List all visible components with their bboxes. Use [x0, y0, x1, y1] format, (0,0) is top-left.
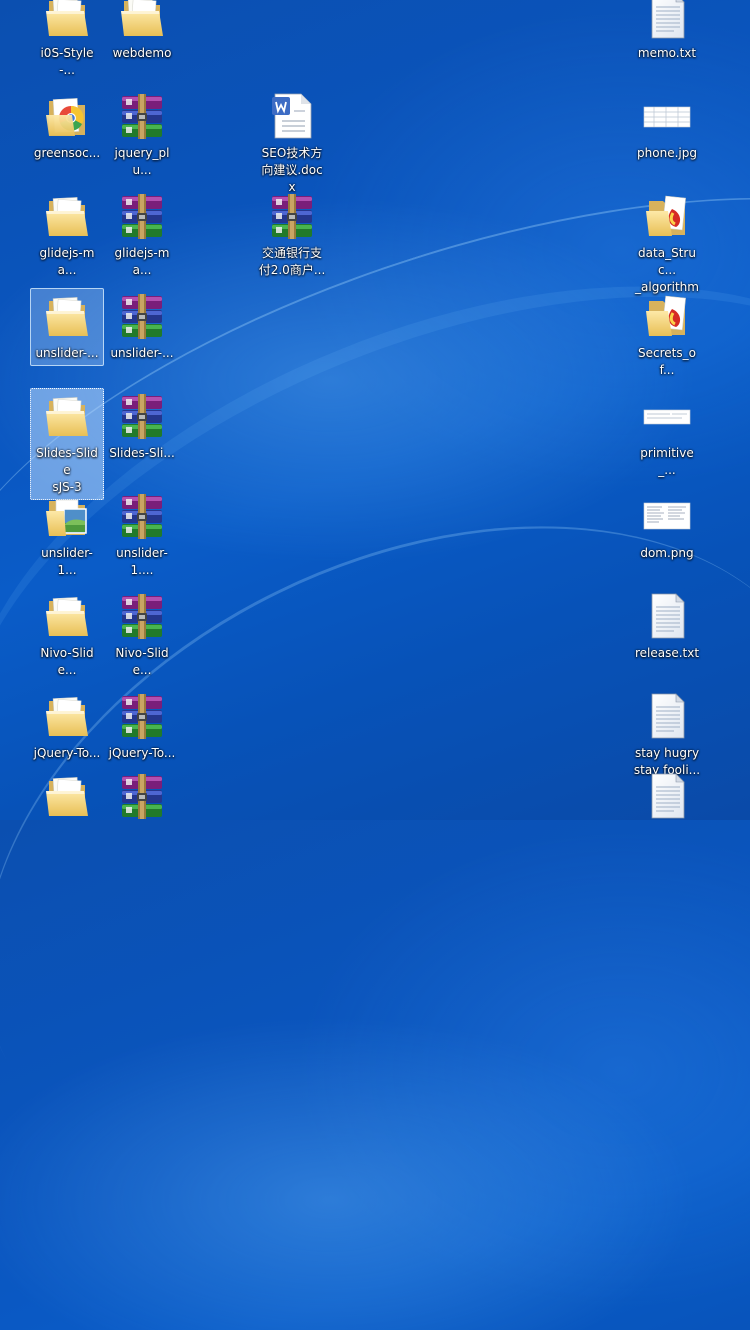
desktop-icon-folder[interactable] — [30, 768, 104, 820]
desktop-icon-label: unslider-1... — [41, 546, 93, 577]
desktop-icon-label: unslider-... — [110, 346, 174, 360]
desktop-icon-release-txt[interactable]: release.txt — [630, 588, 704, 666]
desktop-icon-label: primitive_... — [640, 446, 694, 477]
text-file-icon — [642, 771, 692, 819]
folder-pdf-icon — [642, 291, 692, 341]
desktop-icon-label: webdemo — [112, 46, 172, 60]
desktop-icon-jquery-to-folder[interactable]: jQuery-To... — [30, 688, 104, 766]
desktop-icon-greensock-folder[interactable]: greensoc... — [30, 88, 104, 166]
desktop-icon-label: glidejs-ma... — [39, 246, 95, 277]
desktop-icon-label: greensoc... — [33, 146, 101, 160]
desktop-icon-label: jQuery-To... — [108, 746, 176, 760]
desktop-icon-seo-docx[interactable]: SEO技术方 向建议.docx — [255, 88, 329, 200]
desktop-icon-label: i0S-Style-... — [40, 46, 94, 77]
desktop-icon-nivo-slider-folder[interactable]: Nivo-Slide... — [30, 588, 104, 683]
desktop-icon-secrets-folder[interactable]: Secrets_of... — [630, 288, 704, 383]
desktop-icon-label: memo.txt — [637, 46, 697, 60]
desktop-icon-data-structures-folder[interactable]: data_Struc... _algorithm — [630, 188, 704, 300]
desktop-icon-label: jquery_plu... — [114, 146, 170, 177]
text-file-icon — [642, 691, 692, 741]
winrar-archive-icon — [117, 291, 167, 341]
folder-icon — [42, 291, 92, 341]
desktop-icon-slides-archive[interactable]: Slides-Sli... — [105, 388, 179, 466]
image-thumbnail-icon — [642, 91, 692, 141]
desktop-icon-archive[interactable] — [105, 768, 179, 820]
desktop-icon-label: dom.png — [640, 546, 694, 560]
desktop-icon-jquery-to-archive[interactable]: jQuery-To... — [105, 688, 179, 766]
desktop-icon-glidejs-folder[interactable]: glidejs-ma... — [30, 188, 104, 283]
folder-icon — [117, 0, 167, 41]
desktop-icon-unslider-folder[interactable]: unslider-... — [30, 288, 104, 366]
winrar-archive-icon — [117, 391, 167, 441]
desktop-icon-bocom-payment-archive[interactable]: 交通银行支 付2.0商户... — [255, 188, 329, 283]
folder-icon — [42, 691, 92, 741]
folder-chrome-icon — [42, 91, 92, 141]
desktop-icon-slides-folder[interactable]: Slides-Slide sJS-3 — [30, 388, 104, 500]
winrar-archive-icon — [267, 191, 317, 241]
desktop-icon-unslider-archive[interactable]: unslider-... — [105, 288, 179, 366]
folder-icon — [42, 191, 92, 241]
image-thumbnail-icon — [642, 491, 692, 541]
image-thumbnail-icon — [642, 391, 692, 441]
desktop-icon-label: phone.jpg — [637, 146, 697, 160]
winrar-archive-icon — [117, 771, 167, 819]
desktop-icon-dom-png[interactable]: dom.png — [630, 488, 704, 566]
desktop-icon-label: Nivo-Slide... — [115, 646, 169, 677]
desktop-icon-memo-txt[interactable]: memo.txt — [630, 0, 704, 66]
folder-pdf-icon — [642, 191, 692, 241]
winrar-archive-icon — [117, 591, 167, 641]
desktop-icon-webdemo-folder[interactable]: webdemo — [105, 0, 179, 66]
desktop-icon-phone-jpg[interactable]: phone.jpg — [630, 88, 704, 166]
winrar-archive-icon — [117, 191, 167, 241]
desktop-icon-jquery-plugin-archive[interactable]: jquery_plu... — [105, 88, 179, 183]
folder-icon — [42, 0, 92, 41]
desktop-icon-label: unslider-... — [35, 346, 99, 360]
desktop-icon-unslider-1-archive[interactable]: unslider-1.... — [105, 488, 179, 583]
folder-icon — [42, 591, 92, 641]
desktop-icon-unslider-1-folder[interactable]: unslider-1... — [30, 488, 104, 583]
desktop-icon-glidejs-archive[interactable]: glidejs-ma... — [105, 188, 179, 283]
folder-icon — [42, 391, 92, 441]
winrar-archive-icon — [117, 691, 167, 741]
desktop-icon-label: Nivo-Slide... — [40, 646, 94, 677]
desktop-icon-label: unslider-1.... — [116, 546, 168, 577]
folder-icon — [42, 771, 92, 819]
desktop-icon-text-file[interactable] — [630, 768, 704, 820]
winrar-archive-icon — [117, 491, 167, 541]
text-file-icon — [642, 591, 692, 641]
desktop-icon-label: glidejs-ma... — [114, 246, 170, 277]
desktop-icon-nivo-slider-archive[interactable]: Nivo-Slide... — [105, 588, 179, 683]
desktop-icon-label: Slides-Sli... — [109, 446, 175, 460]
text-file-icon — [642, 0, 692, 41]
desktop-icon-label: Secrets_of... — [638, 346, 696, 377]
desktop-icon-primitive-image[interactable]: primitive_... — [630, 388, 704, 483]
desktop-icon-ios-style-folder[interactable]: i0S-Style-... — [30, 0, 104, 83]
desktop-icon-label: 交通银行支 付2.0商户... — [258, 246, 326, 277]
folder-picture-icon — [42, 491, 92, 541]
winrar-archive-icon — [117, 91, 167, 141]
word-document-icon — [267, 91, 317, 141]
desktop-icon-label: jQuery-To... — [33, 746, 101, 760]
desktop-icon-label: release.txt — [634, 646, 700, 660]
